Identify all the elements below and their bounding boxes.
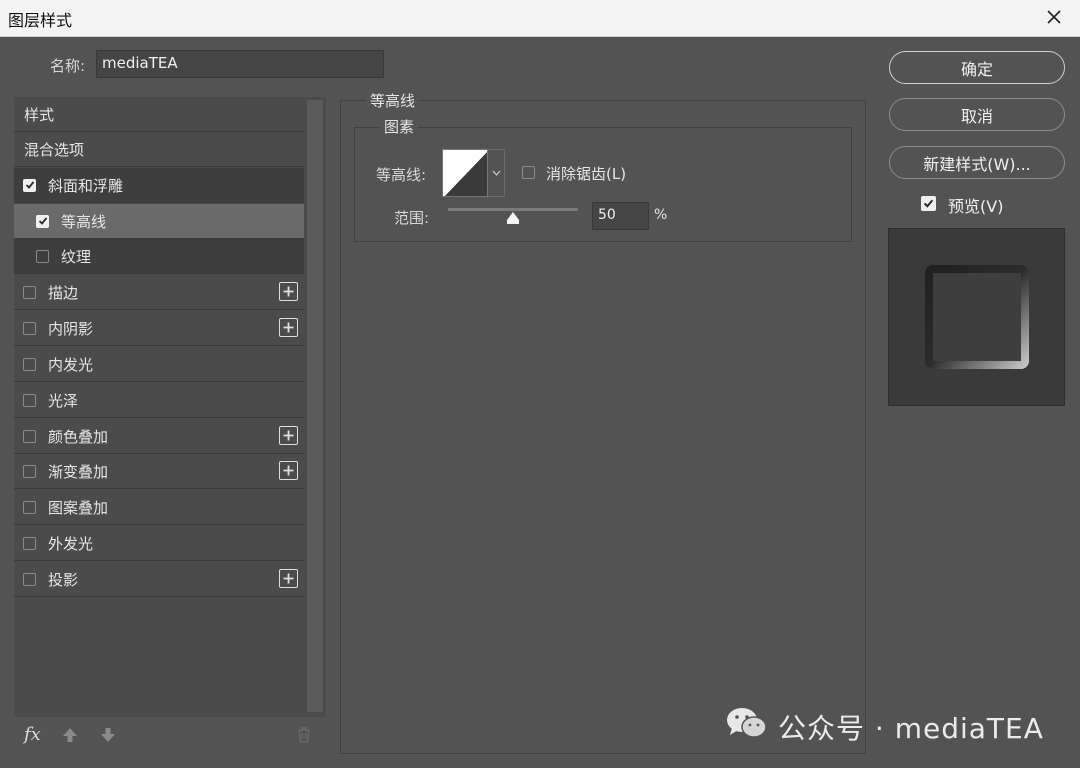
style-item-stroke[interactable]: 描边 (14, 275, 304, 310)
style-item-contour[interactable]: 等高线 (14, 204, 304, 239)
anti-alias-checkbox[interactable] (522, 166, 535, 179)
style-item-label: 图案叠加 (48, 498, 109, 517)
add-icon[interactable] (279, 318, 298, 337)
group-title: 等高线 (366, 90, 420, 111)
style-list-toolbar: fx (14, 722, 324, 752)
style-item-label: 等高线 (61, 212, 107, 231)
checkbox-drop-shadow[interactable] (23, 572, 36, 586)
cancel-button[interactable]: 取消 (889, 98, 1065, 131)
style-item-satin[interactable]: 光泽 (14, 383, 304, 418)
preview-label: 预览(V) (948, 197, 1004, 216)
contour-preview[interactable] (442, 149, 488, 197)
range-input[interactable]: 50 (592, 202, 649, 230)
style-item-inner-shadow[interactable]: 内阴影 (14, 311, 304, 346)
name-input[interactable]: mediaTEA (96, 50, 384, 78)
list-header-label: 样式 (24, 105, 55, 124)
style-item-label: 投影 (48, 570, 79, 589)
trash-icon[interactable] (296, 726, 312, 748)
range-unit: % (654, 207, 668, 223)
style-item-pattern-overlay[interactable]: 图案叠加 (14, 490, 304, 525)
contour-label: 等高线: (376, 166, 427, 184)
checkbox-inner-shadow[interactable] (23, 321, 36, 335)
style-item-label: 光泽 (48, 391, 79, 410)
watermark-text: 公众号 · mediaTEA (778, 711, 1044, 745)
name-label: 名称: (50, 57, 86, 75)
checkbox-outer-glow[interactable] (23, 536, 36, 550)
style-item-label: 外发光 (48, 534, 94, 553)
checkbox-satin[interactable] (23, 393, 36, 407)
ok-button[interactable]: 确定 (889, 51, 1065, 84)
fx-icon[interactable]: fx (24, 724, 41, 745)
range-label: 范围: (394, 209, 430, 227)
add-icon[interactable] (279, 282, 298, 301)
anti-alias-label: 消除锯齿(L) (546, 165, 627, 183)
style-item-label: 内阴影 (48, 319, 94, 338)
checkbox-pattern-overlay[interactable] (23, 500, 36, 514)
new-style-button[interactable]: 新建样式(W)... (889, 146, 1065, 179)
style-item-label: 描边 (48, 283, 79, 302)
watermark: 公众号 · mediaTEA (726, 706, 1044, 747)
chevron-down-icon[interactable] (488, 149, 505, 197)
checkbox-inner-glow[interactable] (23, 357, 36, 371)
title-bar: 图层样式 (0, 0, 1080, 37)
wechat-icon (726, 706, 768, 747)
style-item-label: 纹理 (61, 247, 92, 266)
checkbox-gradient-overlay[interactable] (23, 464, 36, 478)
style-item-texture[interactable]: 纹理 (14, 239, 304, 274)
style-list-empty-area (14, 599, 304, 717)
style-item-bevel-emboss[interactable]: 斜面和浮雕 (14, 168, 304, 203)
add-icon[interactable] (279, 426, 298, 445)
blend-options-label: 混合选项 (24, 140, 85, 159)
window-title: 图层样式 (8, 11, 73, 30)
checkbox-bevel-emboss[interactable] (23, 178, 36, 192)
style-item-gradient-overlay[interactable]: 渐变叠加 (14, 454, 304, 489)
style-item-label: 渐变叠加 (48, 462, 109, 481)
style-list: 样式 混合选项 斜面和浮雕 等高线 纹理 描边 内阴影 内发光 光泽 颜色叠加 … (14, 97, 304, 599)
scrollbar-thumb[interactable] (307, 100, 323, 712)
add-icon[interactable] (279, 461, 298, 480)
style-item-label: 内发光 (48, 355, 94, 374)
checkbox-color-overlay[interactable] (23, 429, 36, 443)
add-icon[interactable] (279, 569, 298, 588)
style-item-label: 颜色叠加 (48, 427, 109, 446)
move-up-icon[interactable] (62, 727, 78, 747)
style-item-label: 斜面和浮雕 (48, 176, 124, 195)
close-icon[interactable] (1038, 2, 1070, 32)
preview-checkbox[interactable] (921, 196, 936, 211)
style-item-color-overlay[interactable]: 颜色叠加 (14, 419, 304, 454)
range-slider-knob[interactable] (506, 211, 520, 229)
blend-options-item[interactable]: 混合选项 (14, 132, 304, 167)
move-down-icon[interactable] (100, 727, 116, 747)
style-item-inner-glow[interactable]: 内发光 (14, 347, 304, 382)
sub-group-title: 图素 (380, 116, 419, 137)
checkbox-texture[interactable] (36, 249, 49, 263)
style-item-outer-glow[interactable]: 外发光 (14, 526, 304, 561)
style-item-drop-shadow[interactable]: 投影 (14, 562, 304, 597)
style-preview (888, 228, 1065, 406)
checkbox-stroke[interactable] (23, 285, 36, 299)
checkbox-contour[interactable] (36, 214, 49, 228)
list-header-styles[interactable]: 样式 (14, 97, 304, 132)
